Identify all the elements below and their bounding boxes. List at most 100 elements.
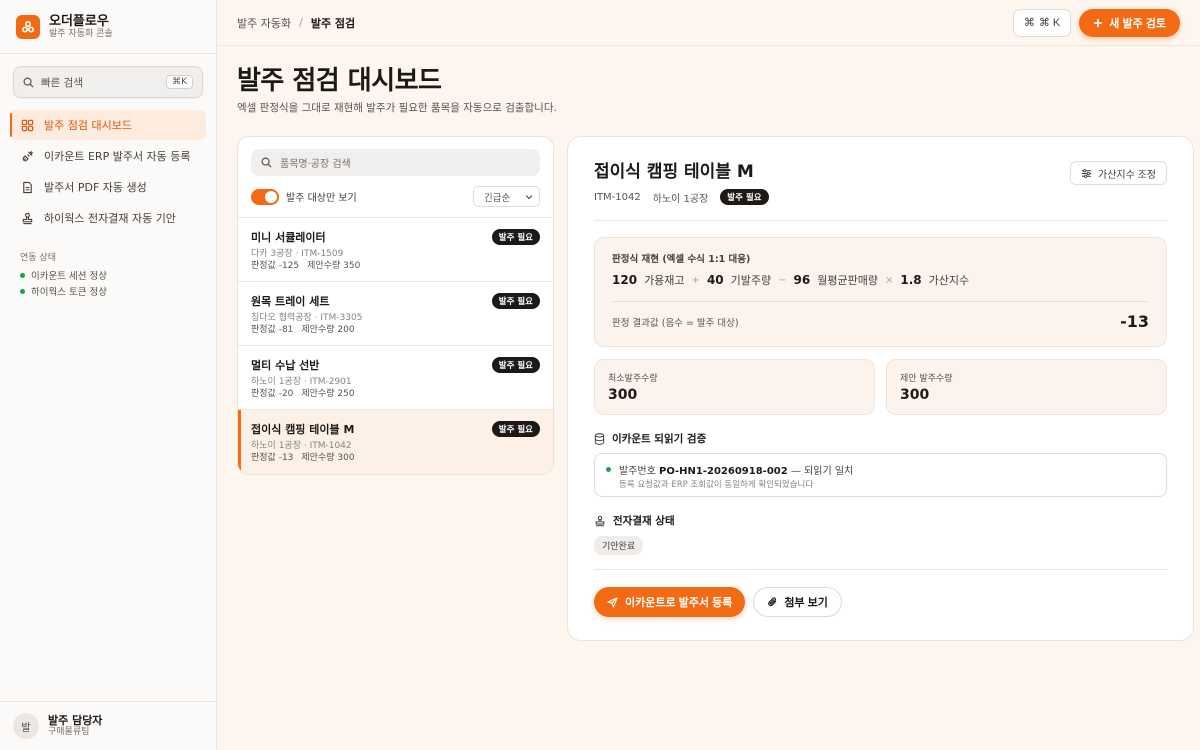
order-only-toggle[interactable] xyxy=(251,188,279,205)
item-search-placeholder: 품목명·공장 검색 xyxy=(280,159,351,170)
item-judgment: 판정값 -20 xyxy=(251,389,294,399)
sidebar-item-label: 하이웍스 전자결재 자동 기안 xyxy=(44,212,176,225)
register-ecount-label: 이카운트로 발주서 등록 xyxy=(625,597,733,609)
plug-icon xyxy=(22,150,34,161)
quick-search-shortcut: ⌘K xyxy=(166,75,193,89)
verify-title: 이카운트 되읽기 검증 xyxy=(612,433,707,445)
quick-search[interactable]: 빠른 검색 ⌘K xyxy=(13,66,203,98)
list-toolbar: 품목명·공장 검색 발주 대상만 보기 긴급순 xyxy=(238,137,553,218)
formula-label: 기발주량 xyxy=(730,274,772,287)
item-judgment: 판정값 -81 xyxy=(251,325,294,335)
breadcrumb-parent[interactable]: 발주 자동화 xyxy=(237,15,291,31)
formula-value: 120 xyxy=(612,273,638,287)
formula-title: 판정식 재현 (엑셀 수식 1:1 대응) xyxy=(612,254,751,265)
item-proposal: 제안수량 250 xyxy=(301,389,355,399)
item-name: 접이식 캠핑 테이블 M xyxy=(251,423,355,436)
view-attachments-label: 첨부 보기 xyxy=(784,597,828,609)
command-shortcut-label: ⌘ K xyxy=(1038,17,1061,29)
sort-select-value: 긴급순 xyxy=(484,192,511,204)
brand[interactable]: 오더플로우 발주 자동화 콘솔 xyxy=(0,0,216,54)
sidebar-item-label: 발주서 PDF 자동 생성 xyxy=(44,181,147,194)
status-item: 하이웍스 토큰 정상 xyxy=(20,283,196,299)
sidebar-item-pdf[interactable]: 발주서 PDF 자동 생성 xyxy=(10,172,206,202)
main-content: 발주 자동화 / 발주 점검 ⌘ ⌘ K 새 발주 검토 발주 점검 대시보드 … xyxy=(217,0,1200,750)
item-detail-panel: 접이식 캠핑 테이블 M ITM-1042 하노이 1공장 발주 필요 가산지수… xyxy=(567,136,1194,641)
stamp-icon xyxy=(22,212,33,224)
register-ecount-button[interactable]: 이카운트로 발주서 등록 xyxy=(594,587,746,617)
list-item-selected[interactable]: 접이식 캠핑 테이블 M 발주 필요 하노이 1공장 · ITM-1042 판정… xyxy=(238,410,553,474)
formula-label: 월평균판매량 xyxy=(817,274,878,287)
item-proposal: 제안수량 350 xyxy=(307,261,361,271)
formula-expression: 120 가용재고 + 40 기발주량 − 96 월평균판매량 × 1.8 가산지… xyxy=(612,272,1149,288)
page-header: 발주 점검 대시보드 엑셀 판정식을 그대로 재현해 발주가 필요한 품목을 자… xyxy=(217,46,1200,115)
sliders-icon xyxy=(1081,168,1092,178)
user-name: 발주 담당자 xyxy=(48,714,103,727)
item-name: 원목 트레이 세트 xyxy=(251,295,330,308)
app-root: 오더플로우 발주 자동화 콘솔 빠른 검색 ⌘K 발주 점검 대시보드 이카운트… xyxy=(0,0,1200,750)
status-item-label: 하이웍스 토큰 정상 xyxy=(31,287,107,298)
page-subtitle: 엑셀 판정식을 그대로 재현해 발주가 필요한 품목을 자동으로 검출합니다. xyxy=(237,102,557,114)
item-judgment: 판정값 -125 xyxy=(251,261,300,271)
item-search-input[interactable]: 품목명·공장 검색 xyxy=(251,149,540,176)
sidebar: 오더플로우 발주 자동화 콘솔 빠른 검색 ⌘K 발주 점검 대시보드 이카운트… xyxy=(0,0,217,750)
formula-result-value: -13 xyxy=(1120,312,1149,331)
page-title: 발주 점검 대시보드 xyxy=(237,66,442,96)
formula-label: 가용재고 xyxy=(644,274,685,287)
item-meta: 하노이 1공장 · ITM-1042 xyxy=(251,441,352,451)
list-item[interactable]: 원목 트레이 세트 발주 필요 칭다오 협력공장 · ITM-3305 판정값 … xyxy=(238,282,553,346)
command-palette-button[interactable]: ⌘ ⌘ K xyxy=(1012,8,1072,37)
list-item[interactable]: 멀티 수납 선반 발주 필요 하노이 1공장 · ITM-2901 판정값 -2… xyxy=(238,346,553,410)
adjust-factor-button[interactable]: 가산지수 조정 xyxy=(1070,161,1167,185)
formula-value: 40 xyxy=(706,273,724,287)
adjust-factor-label: 가산지수 조정 xyxy=(1098,169,1156,181)
detail-item-code: ITM-1042 xyxy=(594,191,641,203)
sidebar-item-ecount[interactable]: 이카운트 ERP 발주서 자동 등록 xyxy=(10,141,206,171)
document-icon xyxy=(23,181,32,193)
formula-label: 가산지수 xyxy=(928,274,970,287)
approval-title: 전자결재 상태 xyxy=(613,515,675,527)
sidebar-item-dashboard[interactable]: 발주 점검 대시보드 xyxy=(10,110,206,140)
user-profile[interactable]: 발 발주 담당자 구매물류팀 xyxy=(0,701,216,750)
verify-section-header: 이카운트 되읽기 검증 xyxy=(594,431,1167,446)
status-badge: 발주 필요 xyxy=(491,357,540,373)
detail-factory: 하노이 1공장 xyxy=(652,193,709,205)
status-badge: 발주 필요 xyxy=(491,293,540,309)
brand-subtitle: 발주 자동화 콘솔 xyxy=(49,29,113,39)
item-proposal: 제안수량 300 xyxy=(301,453,355,463)
verify-suffix: — 되읽기 일치 xyxy=(790,466,854,477)
stamp-icon xyxy=(595,515,605,526)
brand-name: 오더플로우 xyxy=(49,14,109,29)
sidebar-nav: 발주 점검 대시보드 이카운트 ERP 발주서 자동 등록 발주서 PDF 자동… xyxy=(0,110,216,234)
status-item: 이카운트 세션 정상 xyxy=(20,267,196,283)
database-icon xyxy=(594,432,605,445)
min-order-qty-card: 최소발주수량 300 xyxy=(594,359,875,415)
paperclip-icon xyxy=(768,597,777,607)
search-icon xyxy=(23,77,34,88)
item-proposal: 제안수량 200 xyxy=(301,325,355,335)
po-number: PO-HN1-20260918-002 xyxy=(659,466,788,477)
list-item[interactable]: 미니 서큘레이터 발주 필요 다카 3공장 · ITM-1509 판정값 -12… xyxy=(238,218,553,282)
command-icon: ⌘ xyxy=(1023,17,1035,29)
view-attachments-button[interactable]: 첨부 보기 xyxy=(753,587,842,617)
new-order-review-label: 새 발주 검토 xyxy=(1109,17,1166,30)
formula-result-label: 판정 결과값 (음수 = 발주 대상) xyxy=(612,317,739,329)
breadcrumb: 발주 자동화 / 발주 점검 xyxy=(237,15,355,31)
order-only-toggle-label: 발주 대상만 보기 xyxy=(286,193,357,204)
proposed-qty-label: 제안 발주수량 xyxy=(900,374,953,384)
plus-icon xyxy=(1094,18,1103,27)
item-meta: 다카 3공장 · ITM-1509 xyxy=(251,249,344,259)
status-badge: 발주 필요 xyxy=(720,189,769,205)
send-icon xyxy=(607,596,618,608)
sidebar-item-hiworks[interactable]: 하이웍스 전자결재 자동 기안 xyxy=(10,203,206,233)
new-order-review-button[interactable]: 새 발주 검토 xyxy=(1079,8,1180,37)
formula-operator: × xyxy=(884,274,894,286)
status-badge: 발주 필요 xyxy=(491,229,540,245)
verify-result: 발주번호 PO-HN1-20260918-002 — 되읽기 일치 등록 요청값… xyxy=(594,453,1167,497)
detail-title: 접이식 캠핑 테이블 M xyxy=(594,162,754,182)
dashboard-icon xyxy=(21,119,34,131)
item-meta: 하노이 1공장 · ITM-2901 xyxy=(251,377,352,387)
approval-section-header: 전자결재 상태 xyxy=(594,513,1167,528)
sort-select[interactable]: 긴급순 xyxy=(473,186,540,207)
proposed-qty-card: 제안 발주수량 300 xyxy=(886,359,1167,415)
item-name: 미니 서큘레이터 xyxy=(251,231,326,244)
